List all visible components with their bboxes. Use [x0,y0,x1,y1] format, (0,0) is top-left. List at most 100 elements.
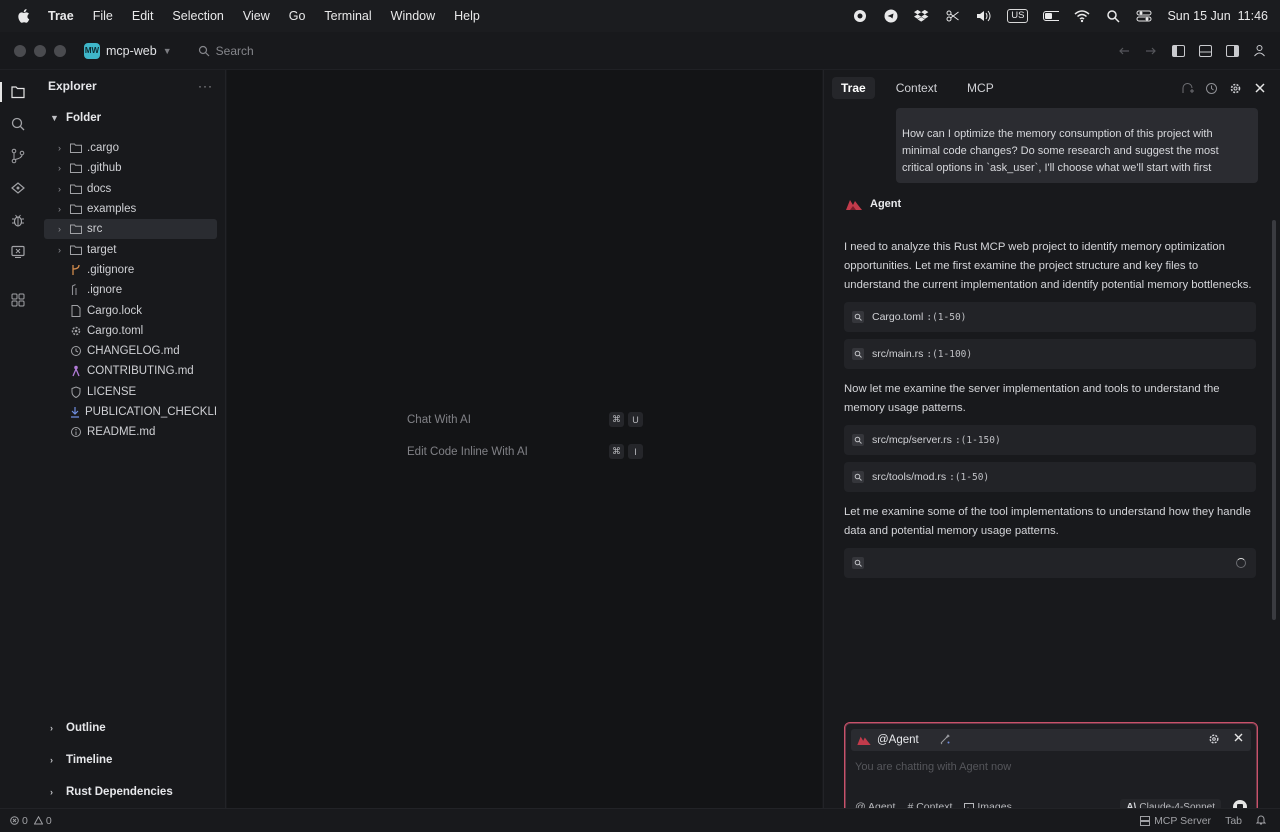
tree-item-label: CHANGELOG.md [87,345,180,358]
notifications-bell-icon[interactable] [1255,814,1267,828]
tab-indicator[interactable]: Tab [1225,815,1242,827]
tree-item-label: .github [87,162,122,175]
volume-icon[interactable] [976,8,992,24]
new-chat-icon[interactable] [1181,82,1194,95]
tab-mcp[interactable]: MCP [958,77,1003,99]
chat-scrollbar[interactable] [1272,220,1276,620]
close-icon[interactable] [1253,82,1266,95]
folder-section-header[interactable]: ▼ Folder [36,102,225,134]
timeline-section-header[interactable]: › Timeline [36,744,225,776]
tool-call-read-file[interactable]: src/main.rs:(1-100) [844,339,1256,369]
tool-call-in-progress[interactable] [844,548,1256,578]
remote-explorer-icon[interactable] [0,236,36,268]
tree-file-license[interactable]: LICENSE [44,382,217,402]
tree-folder-github[interactable]: › .github [44,158,217,178]
more-actions-icon[interactable]: ··· [198,79,213,93]
keyboard-layout-indicator[interactable]: US [1007,9,1029,23]
tree-file-contributing[interactable]: CONTRIBUTING.md [44,361,217,381]
tree-folder-src[interactable]: › src [44,219,217,240]
menu-window[interactable]: Window [391,9,435,23]
wifi-icon[interactable] [1074,8,1090,24]
problems-indicator[interactable]: 0 0 [10,815,52,827]
project-badge[interactable]: MW [84,42,100,59]
menu-terminal[interactable]: Terminal [324,9,371,23]
tool-call-read-file[interactable]: src/mcp/server.rs:(1-150) [844,425,1256,455]
tree-item-label: CONTRIBUTING.md [87,365,194,378]
tree-folder-cargo[interactable]: › .cargo [44,138,217,158]
remote-icon[interactable] [0,172,36,204]
extensions-icon[interactable] [0,284,36,316]
composer-settings-gear-icon[interactable] [1208,733,1220,748]
tree-file-readme[interactable]: README.md [44,422,217,442]
menu-file[interactable]: File [93,9,113,23]
control-center-icon[interactable] [1136,8,1152,24]
back-arrow-icon[interactable] [1117,44,1131,58]
agent-mention[interactable]: @Agent [877,734,919,746]
source-control-icon[interactable] [0,140,36,172]
person-icon [70,365,82,377]
record-icon[interactable] [852,8,868,24]
spotlight-search-icon[interactable] [1105,8,1121,24]
tool-call-read-file[interactable]: src/tools/mod.rs:(1-50) [844,462,1256,492]
editor-area[interactable]: Chat With AI ⌘ U Edit Code Inline With A… [227,70,822,808]
mcp-server-status[interactable]: MCP Server [1140,815,1211,827]
settings-gear-icon[interactable] [1229,82,1242,95]
tree-folder-target[interactable]: › target [44,239,217,259]
minimize-window-button[interactable] [34,44,46,57]
tree-file-ignore[interactable]: .ignore [44,280,217,300]
scissors-icon[interactable] [945,8,961,24]
window-titlebar: MW mcp-web ▼ Search [0,32,1280,70]
debug-icon[interactable] [0,204,36,236]
tree-file-gitignore[interactable]: .gitignore [44,260,217,280]
tool-call-read-file[interactable]: Cargo.toml:(1-50) [844,302,1256,332]
section-label: Rust Dependencies [66,786,173,798]
menu-help[interactable]: Help [454,9,480,23]
tab-trae[interactable]: Trae [832,77,875,99]
dropbox-icon[interactable] [914,8,930,24]
close-window-button[interactable] [14,44,26,57]
chevron-down-icon[interactable]: ▼ [163,46,172,56]
command-key: ⌘ [609,412,624,427]
battery-icon[interactable] [1043,8,1060,24]
menu-go[interactable]: Go [289,9,306,23]
command-search[interactable]: Search [198,44,254,58]
telegram-icon[interactable] [883,8,899,24]
agent-message-paragraph: I need to analyze this Rust MCP web proj… [844,241,1252,291]
tree-file-cargo-lock[interactable]: Cargo.lock [44,300,217,320]
tree-folder-docs[interactable]: › docs [44,179,217,199]
outline-section-header[interactable]: › Outline [36,712,225,744]
tree-folder-examples[interactable]: › examples [44,199,217,219]
chat-with-ai-hint: Chat With AI ⌘ U [407,412,643,427]
chat-message-input[interactable] [855,761,1235,773]
menu-app-name[interactable]: Trae [48,9,74,23]
status-bar: 0 0 MCP Server Tab [0,808,1280,832]
rust-dependencies-section-header[interactable]: › Rust Dependencies [36,776,225,808]
menu-selection[interactable]: Selection [172,9,223,23]
agent-logo-icon [846,200,862,210]
apple-icon[interactable] [16,8,30,24]
forward-arrow-icon[interactable] [1144,44,1158,58]
tools-icon[interactable] [939,733,951,748]
agent-logo-icon [857,736,871,745]
project-name[interactable]: mcp-web [106,44,157,58]
search-icon[interactable] [0,108,36,140]
chevron-right-icon: › [50,723,53,733]
tree-file-cargo-toml[interactable]: Cargo.toml [44,321,217,341]
tree-file-changelog[interactable]: CHANGELOG.md [44,341,217,361]
toggle-sidebar-icon[interactable] [1171,44,1185,58]
menu-edit[interactable]: Edit [132,9,154,23]
history-icon[interactable] [1205,82,1218,95]
account-icon[interactable] [1252,44,1266,58]
close-icon[interactable] [1234,733,1243,748]
tab-context[interactable]: Context [887,77,946,99]
tree-file-publication-checklist[interactable]: PUBLICATION_CHECKLI... [44,402,217,422]
zoom-window-button[interactable] [54,44,66,57]
tree-item-label: README.md [87,426,156,439]
menubar-clock[interactable]: Sun 15 Jun 11:46 [1167,9,1268,23]
toggle-secondary-sidebar-icon[interactable] [1225,44,1239,58]
menu-view[interactable]: View [243,9,270,23]
explorer-icon[interactable] [0,76,36,108]
toggle-panel-icon[interactable] [1198,44,1212,58]
chevron-right-icon: › [58,163,61,174]
search-placeholder: Search [215,43,254,58]
